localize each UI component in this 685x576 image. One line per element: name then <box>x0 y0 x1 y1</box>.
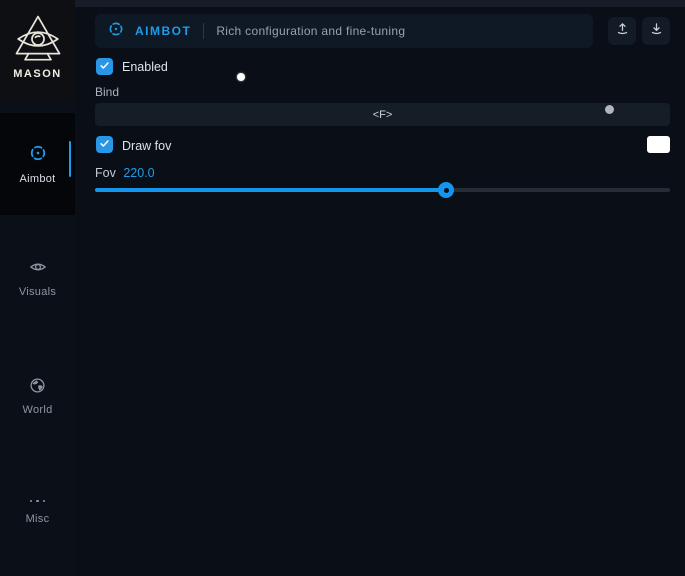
crosshair-icon <box>28 143 48 168</box>
sidebar: MASON Aimbot Visuals <box>0 0 75 576</box>
ellipsis-icon <box>30 494 46 508</box>
crosshair-icon <box>107 20 125 43</box>
sidebar-item-misc[interactable]: Misc <box>0 494 75 525</box>
fov-value: 220.0 <box>123 166 154 180</box>
active-indicator <box>69 141 71 177</box>
fov-slider[interactable] <box>95 182 670 198</box>
upload-icon <box>615 21 630 41</box>
logo-text: MASON <box>13 68 61 80</box>
cursor-dot <box>605 105 614 114</box>
page-title: AIMBOT <box>135 24 191 38</box>
sidebar-item-label: Misc <box>26 513 50 525</box>
fov-label: Fov 220.0 <box>95 166 155 180</box>
fov-label-text: Fov <box>95 166 116 180</box>
upload-config-button[interactable] <box>608 17 636 45</box>
globe-icon <box>29 377 46 399</box>
draw-fov-checkbox[interactable] <box>96 136 113 153</box>
bind-input[interactable]: <F> <box>95 103 670 126</box>
sidebar-item-aimbot[interactable]: Aimbot <box>0 113 75 215</box>
logo: MASON <box>0 0 75 100</box>
sidebar-item-world[interactable]: World <box>0 377 75 416</box>
sidebar-item-label: Visuals <box>19 286 56 298</box>
main-panel: AIMBOT Rich configuration and fine-tunin… <box>75 0 685 576</box>
sidebar-item-visuals[interactable]: Visuals <box>0 258 75 298</box>
mason-window: MASON Aimbot Visuals <box>0 0 685 576</box>
top-strip <box>75 0 685 7</box>
check-icon <box>99 58 110 76</box>
slider-handle[interactable] <box>438 182 454 198</box>
slider-fill <box>95 188 446 192</box>
enabled-label: Enabled <box>122 60 168 74</box>
check-icon <box>99 136 110 154</box>
page-header: AIMBOT Rich configuration and fine-tunin… <box>95 14 593 48</box>
bind-label: Bind <box>95 85 119 99</box>
enabled-checkbox[interactable] <box>96 58 113 75</box>
fov-color-swatch[interactable] <box>647 136 670 153</box>
header-divider <box>203 23 204 39</box>
draw-fov-label: Draw fov <box>122 139 171 153</box>
page-subtitle: Rich configuration and fine-tuning <box>216 24 405 38</box>
sidebar-item-label: Aimbot <box>19 173 55 185</box>
sidebar-item-label: World <box>22 404 52 416</box>
download-config-button[interactable] <box>642 17 670 45</box>
pyramid-eye-logo-icon <box>10 14 66 64</box>
cursor-dot <box>237 73 245 81</box>
download-icon <box>649 21 664 41</box>
eye-icon <box>29 258 47 281</box>
